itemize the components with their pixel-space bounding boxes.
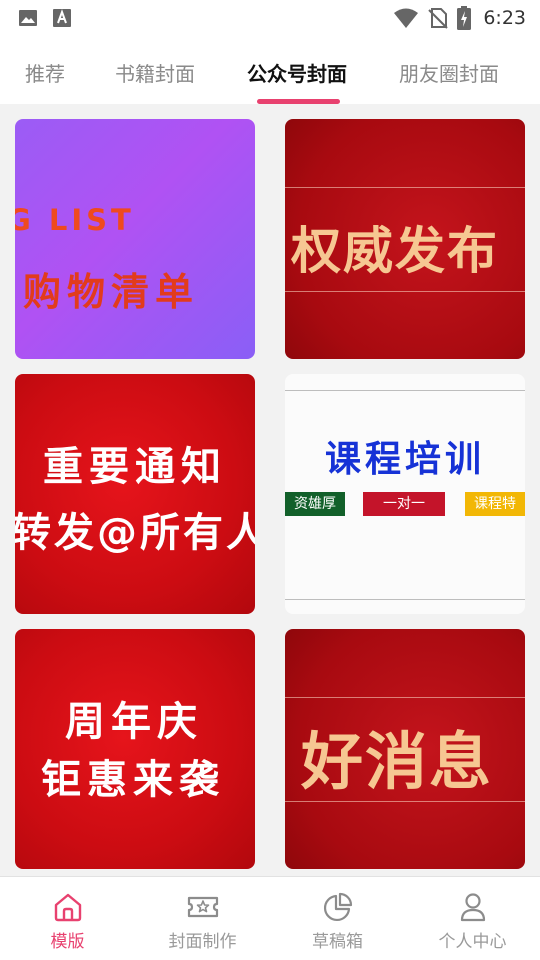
card-shopping-cn-text: 购物清单 bbox=[23, 270, 200, 314]
template-card-important-notice[interactable]: 重要通知 转发@所有人 bbox=[15, 374, 255, 614]
card-anniversary-line2: 钜惠来袭 bbox=[41, 757, 225, 803]
template-card-anniversary[interactable]: 周年庆 钜惠来袭 bbox=[15, 629, 255, 869]
tab-book-cover[interactable]: 书籍封面 bbox=[115, 58, 195, 87]
ticket-star-icon bbox=[187, 896, 218, 918]
status-bar: 6:23 bbox=[0, 0, 540, 36]
card-shopping-en-text: G LIST bbox=[15, 203, 135, 237]
card-anniversary-line1: 周年庆 bbox=[65, 699, 203, 745]
clock: 6:23 bbox=[483, 7, 526, 29]
card-course-pill: 课程特 bbox=[465, 492, 525, 516]
card-divider bbox=[285, 187, 525, 188]
card-divider bbox=[285, 801, 525, 802]
status-notifications bbox=[18, 8, 72, 28]
category-tabs: 推荐 书籍封面 公众号封面 朋友圈封面 bbox=[0, 36, 540, 104]
card-good-news-title: 好消息 bbox=[301, 725, 494, 798]
tab-recommended[interactable]: 推荐 bbox=[25, 58, 65, 87]
card-notice-line2: 转发@所有人 bbox=[15, 510, 255, 556]
nav-profile[interactable]: 个人中心 bbox=[405, 877, 540, 960]
home-icon bbox=[54, 893, 81, 922]
nav-templates-label: 模版 bbox=[50, 932, 85, 952]
wifi-icon bbox=[394, 8, 419, 28]
no-sim-icon bbox=[428, 8, 449, 29]
image-icon bbox=[19, 10, 37, 26]
card-authority-title: 权威发布 bbox=[291, 222, 499, 280]
tab-official-account-cover[interactable]: 公众号封面 bbox=[247, 58, 347, 87]
card-course-pill: 一对一 bbox=[363, 492, 445, 516]
card-course-title: 课程培训 bbox=[324, 439, 485, 480]
pie-chart-icon bbox=[323, 892, 352, 922]
nav-drafts[interactable]: 草稿箱 bbox=[270, 877, 405, 960]
template-card-authority-release[interactable]: 权威发布 bbox=[285, 119, 525, 359]
template-card-shopping-list[interactable]: G LIST 购物清单 bbox=[15, 119, 255, 359]
text-a-icon bbox=[53, 9, 71, 27]
template-card-course-training[interactable]: 课程培训 资雄厚 一对一 课程特 bbox=[285, 374, 525, 614]
person-icon bbox=[460, 893, 485, 922]
nav-cover-making-label: 封面制作 bbox=[168, 932, 237, 952]
card-divider bbox=[285, 390, 525, 391]
card-notice-line1: 重要通知 bbox=[43, 444, 227, 490]
card-divider bbox=[285, 697, 525, 698]
nav-templates[interactable]: 模版 bbox=[0, 877, 135, 960]
tab-moments-cover[interactable]: 朋友圈封面 bbox=[399, 58, 499, 87]
template-card-good-news[interactable]: 好消息 bbox=[285, 629, 525, 869]
nav-drafts-label: 草稿箱 bbox=[312, 932, 363, 952]
card-divider bbox=[285, 599, 525, 600]
template-grid: G LIST 购物清单 权威发布 重要通知 转发@所有人 课程培训 资雄厚 一对… bbox=[0, 104, 540, 876]
bottom-navigation: 模版 封面制作 草稿箱 个人中心 bbox=[0, 876, 540, 960]
nav-cover-making[interactable]: 封面制作 bbox=[135, 877, 270, 960]
card-course-pill: 资雄厚 bbox=[285, 492, 345, 516]
battery-charging-icon bbox=[457, 6, 472, 30]
nav-profile-label: 个人中心 bbox=[438, 932, 507, 952]
status-system: 6:23 bbox=[393, 6, 526, 30]
card-divider bbox=[285, 291, 525, 292]
